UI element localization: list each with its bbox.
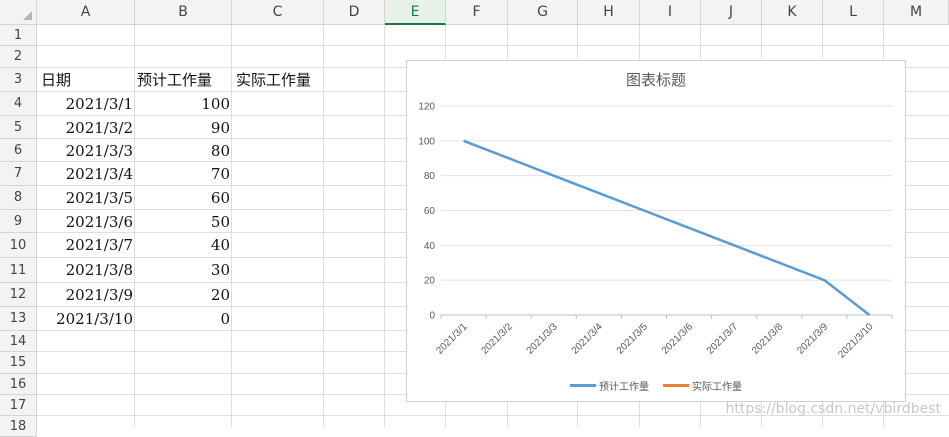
spreadsheet: ABCDEFGHIJKLM 12345678910111213141516171… — [0, 0, 949, 427]
y-tick-label: 20 — [424, 276, 436, 287]
row-header-15[interactable]: 15 — [0, 352, 37, 374]
row-header-17[interactable]: 17 — [0, 395, 37, 416]
legend-swatch — [570, 384, 596, 387]
cell-a3[interactable]: 日期 — [41, 69, 71, 92]
row-header-2[interactable]: 2 — [0, 46, 37, 68]
grid-line-horizontal — [37, 45, 949, 46]
column-header-c[interactable]: C — [232, 0, 324, 25]
row-header-13[interactable]: 13 — [0, 307, 37, 331]
x-tick-label: 2021/3/8 — [750, 321, 786, 357]
cell-a10[interactable]: 2021/3/7 — [37, 234, 133, 257]
chart-plot: 0204060801001202021/3/12021/3/22021/3/32… — [407, 61, 907, 403]
x-tick-label: 2021/3/7 — [705, 321, 741, 357]
row-header-9[interactable]: 9 — [0, 210, 37, 233]
cell-a7[interactable]: 2021/3/4 — [37, 163, 133, 186]
select-all-icon — [23, 11, 32, 20]
cell-b10[interactable]: 40 — [135, 234, 230, 257]
column-header-m[interactable]: M — [884, 0, 949, 25]
row-header-1[interactable]: 1 — [0, 25, 37, 46]
series-line-1 — [464, 141, 870, 315]
legend-item-series-2[interactable]: 实际工作量 — [663, 378, 742, 393]
chart-legend[interactable]: 预计工作量 实际工作量 — [407, 378, 905, 393]
grid-line-vertical — [323, 25, 324, 427]
legend-label: 预计工作量 — [599, 378, 649, 393]
row-header-4[interactable]: 4 — [0, 92, 37, 116]
cell-a8[interactable]: 2021/3/5 — [37, 187, 133, 210]
cell-b9[interactable]: 50 — [135, 211, 230, 234]
cell-b6[interactable]: 80 — [135, 140, 230, 163]
cell-a13[interactable]: 2021/3/10 — [37, 308, 133, 331]
cell-a12[interactable]: 2021/3/9 — [37, 284, 133, 307]
select-all-corner[interactable] — [0, 0, 37, 25]
column-header-g[interactable]: G — [508, 0, 578, 25]
y-tick-label: 40 — [424, 241, 436, 252]
y-tick-label: 80 — [424, 171, 436, 182]
row-header-14[interactable]: 14 — [0, 331, 37, 352]
row-header-7[interactable]: 7 — [0, 162, 37, 186]
grid-line-vertical — [231, 25, 232, 427]
cell-a9[interactable]: 2021/3/6 — [37, 211, 133, 234]
x-tick-label: 2021/3/1 — [434, 321, 470, 357]
x-tick-label: 2021/3/5 — [615, 321, 651, 357]
column-header-l[interactable]: L — [823, 0, 884, 25]
cell-b12[interactable]: 20 — [135, 284, 230, 307]
row-header-5[interactable]: 5 — [0, 116, 37, 139]
row-header-3[interactable]: 3 — [0, 68, 37, 92]
line-chart[interactable]: 图表标题 0204060801001202021/3/12021/3/22021… — [406, 60, 906, 402]
column-header-a[interactable]: A — [37, 0, 135, 25]
cell-a6[interactable]: 2021/3/3 — [37, 140, 133, 163]
row-header-8[interactable]: 8 — [0, 186, 37, 210]
row-header-6[interactable]: 6 — [0, 139, 37, 162]
column-header-d[interactable]: D — [324, 0, 385, 25]
legend-item-series-1[interactable]: 预计工作量 — [570, 378, 649, 393]
column-header-j[interactable]: J — [701, 0, 762, 25]
grid-line-vertical — [384, 25, 385, 427]
x-tick-label: 2021/3/2 — [479, 321, 515, 357]
cell-a5[interactable]: 2021/3/2 — [37, 117, 133, 140]
column-header-k[interactable]: K — [762, 0, 823, 25]
row-header-11[interactable]: 11 — [0, 258, 37, 283]
row-header-12[interactable]: 12 — [0, 283, 37, 307]
row-header-10[interactable]: 10 — [0, 233, 37, 258]
cell-a4[interactable]: 2021/3/1 — [37, 93, 133, 116]
column-header-b[interactable]: B — [135, 0, 232, 25]
column-header-h[interactable]: H — [578, 0, 640, 25]
y-tick-label: 100 — [418, 136, 435, 147]
cell-b8[interactable]: 60 — [135, 187, 230, 210]
watermark-text: https://blog.csdn.net/vbirdbest — [726, 401, 942, 417]
column-header-i[interactable]: I — [640, 0, 701, 25]
column-header-e[interactable]: E — [385, 0, 446, 25]
cell-a11[interactable]: 2021/3/8 — [37, 259, 133, 282]
cell-b4[interactable]: 100 — [135, 93, 230, 116]
column-header-f[interactable]: F — [446, 0, 508, 25]
x-tick-label: 2021/3/9 — [795, 321, 831, 357]
cell-b13[interactable]: 0 — [135, 308, 230, 331]
y-tick-label: 60 — [424, 206, 436, 217]
cell-b11[interactable]: 30 — [135, 259, 230, 282]
legend-swatch — [663, 384, 689, 387]
legend-label: 实际工作量 — [692, 378, 742, 393]
cell-b3[interactable]: 预计工作量 — [137, 69, 212, 92]
cell-c3[interactable]: 实际工作量 — [236, 69, 311, 92]
row-header-16[interactable]: 16 — [0, 374, 37, 395]
y-tick-label: 0 — [429, 311, 435, 322]
cell-b5[interactable]: 90 — [135, 117, 230, 140]
x-tick-label: 2021/3/3 — [525, 321, 561, 357]
x-tick-label: 2021/3/4 — [570, 321, 606, 357]
x-tick-label: 2021/3/10 — [836, 321, 876, 361]
y-tick-label: 120 — [418, 102, 435, 113]
cell-b7[interactable]: 70 — [135, 163, 230, 186]
x-tick-label: 2021/3/6 — [660, 321, 696, 357]
